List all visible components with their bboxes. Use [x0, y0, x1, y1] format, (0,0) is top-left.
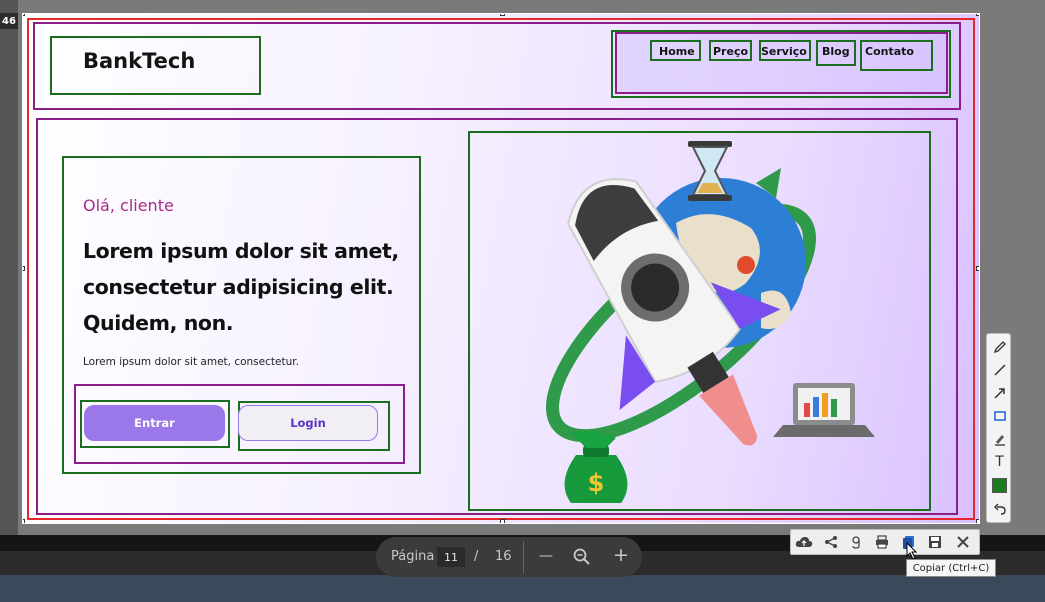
arrow-icon[interactable] [987, 382, 1012, 404]
marker-icon[interactable] [987, 428, 1012, 450]
pager-total: 16 [495, 549, 512, 564]
print-icon[interactable] [872, 532, 892, 552]
close-icon[interactable] [953, 532, 973, 552]
share-icon[interactable] [821, 532, 841, 552]
save-icon[interactable] [925, 532, 945, 552]
zoom-out-button[interactable]: — [539, 548, 553, 564]
money-bag-icon: $ [564, 431, 628, 503]
nav-preco[interactable]: Preço [713, 45, 748, 58]
brand-logo[interactable]: BankTech [83, 49, 195, 73]
capture-region[interactable]: BankTech Home Preço Serviço Blog Contato… [22, 13, 980, 524]
greeting: Olá, cliente [83, 196, 174, 215]
left-strip [0, 0, 18, 602]
nav-contato[interactable]: Contato [865, 45, 914, 58]
login-button[interactable]: Login [238, 405, 378, 441]
taskbar-strip [0, 575, 1045, 602]
drawing-palette: T [986, 333, 1011, 523]
headline-line-3: Quidem, non. [83, 311, 234, 335]
page-navigator: Página 11 / 16 — + [376, 537, 642, 577]
rocket-illustration: $ [546, 141, 875, 503]
laptop-icon [773, 383, 875, 437]
pager-separator: / [474, 549, 479, 564]
undo-icon[interactable] [987, 498, 1012, 520]
map-pin [737, 256, 755, 274]
google-search-icon[interactable] [846, 532, 866, 552]
copy-tooltip: Copiar (Ctrl+C) [906, 559, 996, 577]
website-page: BankTech Home Preço Serviço Blog Contato… [23, 14, 979, 523]
zoom-in-button[interactable]: + [613, 544, 629, 566]
capture-toolbar [790, 529, 980, 555]
line-icon[interactable] [987, 359, 1012, 381]
headline-line-1: Lorem ipsum dolor sit amet, [83, 239, 399, 263]
nav-blog[interactable]: Blog [822, 45, 850, 58]
pager-divider [523, 541, 524, 573]
headline: Lorem ipsum dolor sit amet, consectetur … [83, 233, 423, 341]
color-swatch[interactable] [987, 474, 1012, 496]
svg-text:$: $ [588, 469, 605, 497]
rectangle-icon[interactable] [987, 405, 1012, 427]
hero-subtext: Lorem ipsum dolor sit amet, consectetur. [83, 356, 299, 368]
page-number-input[interactable]: 11 [437, 547, 465, 567]
mouse-cursor-icon [906, 542, 918, 560]
nav-servico[interactable]: Serviço [761, 45, 807, 58]
upload-cloud-icon[interactable] [794, 532, 814, 552]
entrar-button[interactable]: Entrar [84, 405, 225, 441]
zoom-icon[interactable] [573, 548, 591, 566]
pager-label: Página [391, 549, 435, 564]
headline-line-2: consectetur adipisicing elit. [83, 275, 394, 299]
corner-number: 46 [0, 13, 18, 29]
text-icon[interactable]: T [987, 451, 1012, 473]
nav-home[interactable]: Home [659, 45, 695, 58]
pen-icon[interactable] [987, 336, 1012, 358]
